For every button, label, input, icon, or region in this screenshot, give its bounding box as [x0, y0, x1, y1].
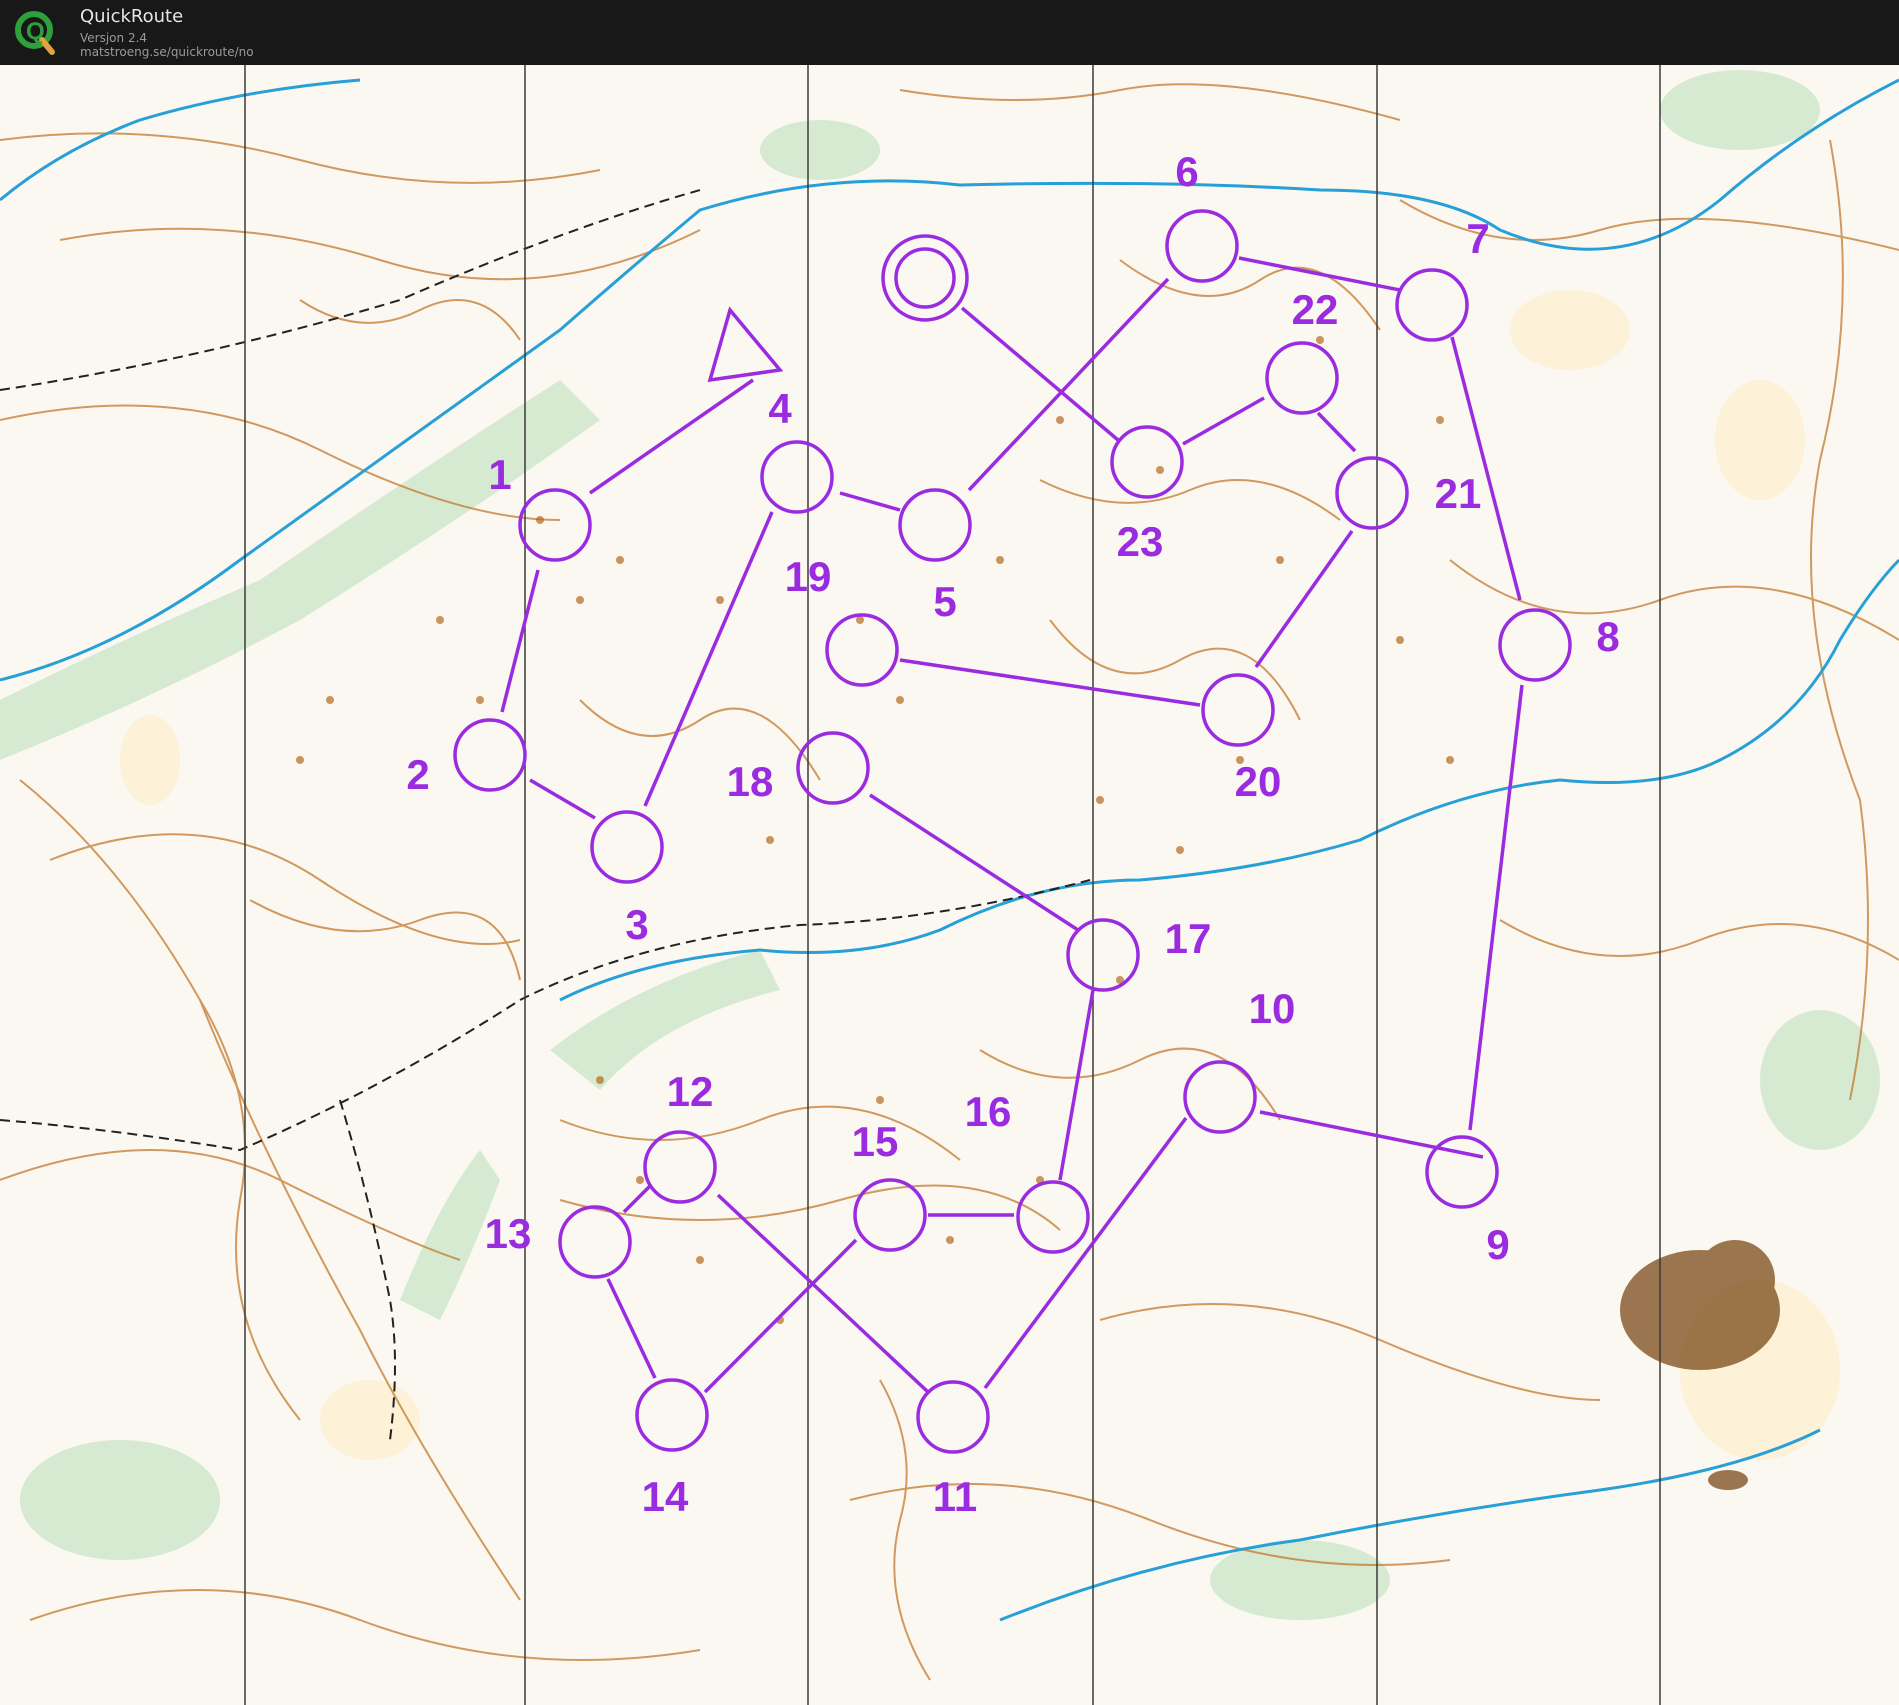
- orienteering-map[interactable]: 1234567891011121314151617181920212223: [0, 65, 1899, 1705]
- control-number-9: 9: [1486, 1221, 1509, 1268]
- control-number-8: 8: [1596, 613, 1619, 660]
- control-number-7: 7: [1466, 215, 1489, 262]
- control-number-22: 22: [1292, 286, 1339, 333]
- control-number-20: 20: [1235, 758, 1282, 805]
- control-number-14: 14: [642, 1473, 689, 1520]
- title-bar: Q QuickRoute Versjon 2.4 matstroeng.se/q…: [0, 0, 1899, 65]
- control-number-12: 12: [667, 1068, 714, 1115]
- control-number-21: 21: [1435, 470, 1482, 517]
- control-number-5: 5: [933, 578, 956, 625]
- app-url[interactable]: matstroeng.se/quickroute/no: [80, 45, 254, 59]
- control-number-2: 2: [406, 751, 429, 798]
- control-number-11: 11: [933, 1473, 977, 1520]
- control-number-6: 6: [1175, 148, 1198, 195]
- quickroute-logo-icon: Q: [15, 11, 55, 55]
- control-number-23: 23: [1117, 518, 1164, 565]
- app-title: QuickRoute: [80, 6, 184, 27]
- control-number-17: 17: [1165, 915, 1212, 962]
- app-version: Versjon 2.4: [80, 31, 148, 45]
- control-number-18: 18: [727, 758, 774, 805]
- control-number-4: 4: [768, 385, 792, 432]
- control-number-1: 1: [488, 451, 511, 498]
- control-number-16: 16: [965, 1088, 1012, 1135]
- control-number-15: 15: [852, 1118, 899, 1165]
- control-number-10: 10: [1249, 985, 1296, 1032]
- svg-text:Q: Q: [26, 18, 45, 45]
- control-number-13: 13: [485, 1210, 532, 1257]
- control-number-3: 3: [625, 901, 648, 948]
- control-number-19: 19: [785, 553, 832, 600]
